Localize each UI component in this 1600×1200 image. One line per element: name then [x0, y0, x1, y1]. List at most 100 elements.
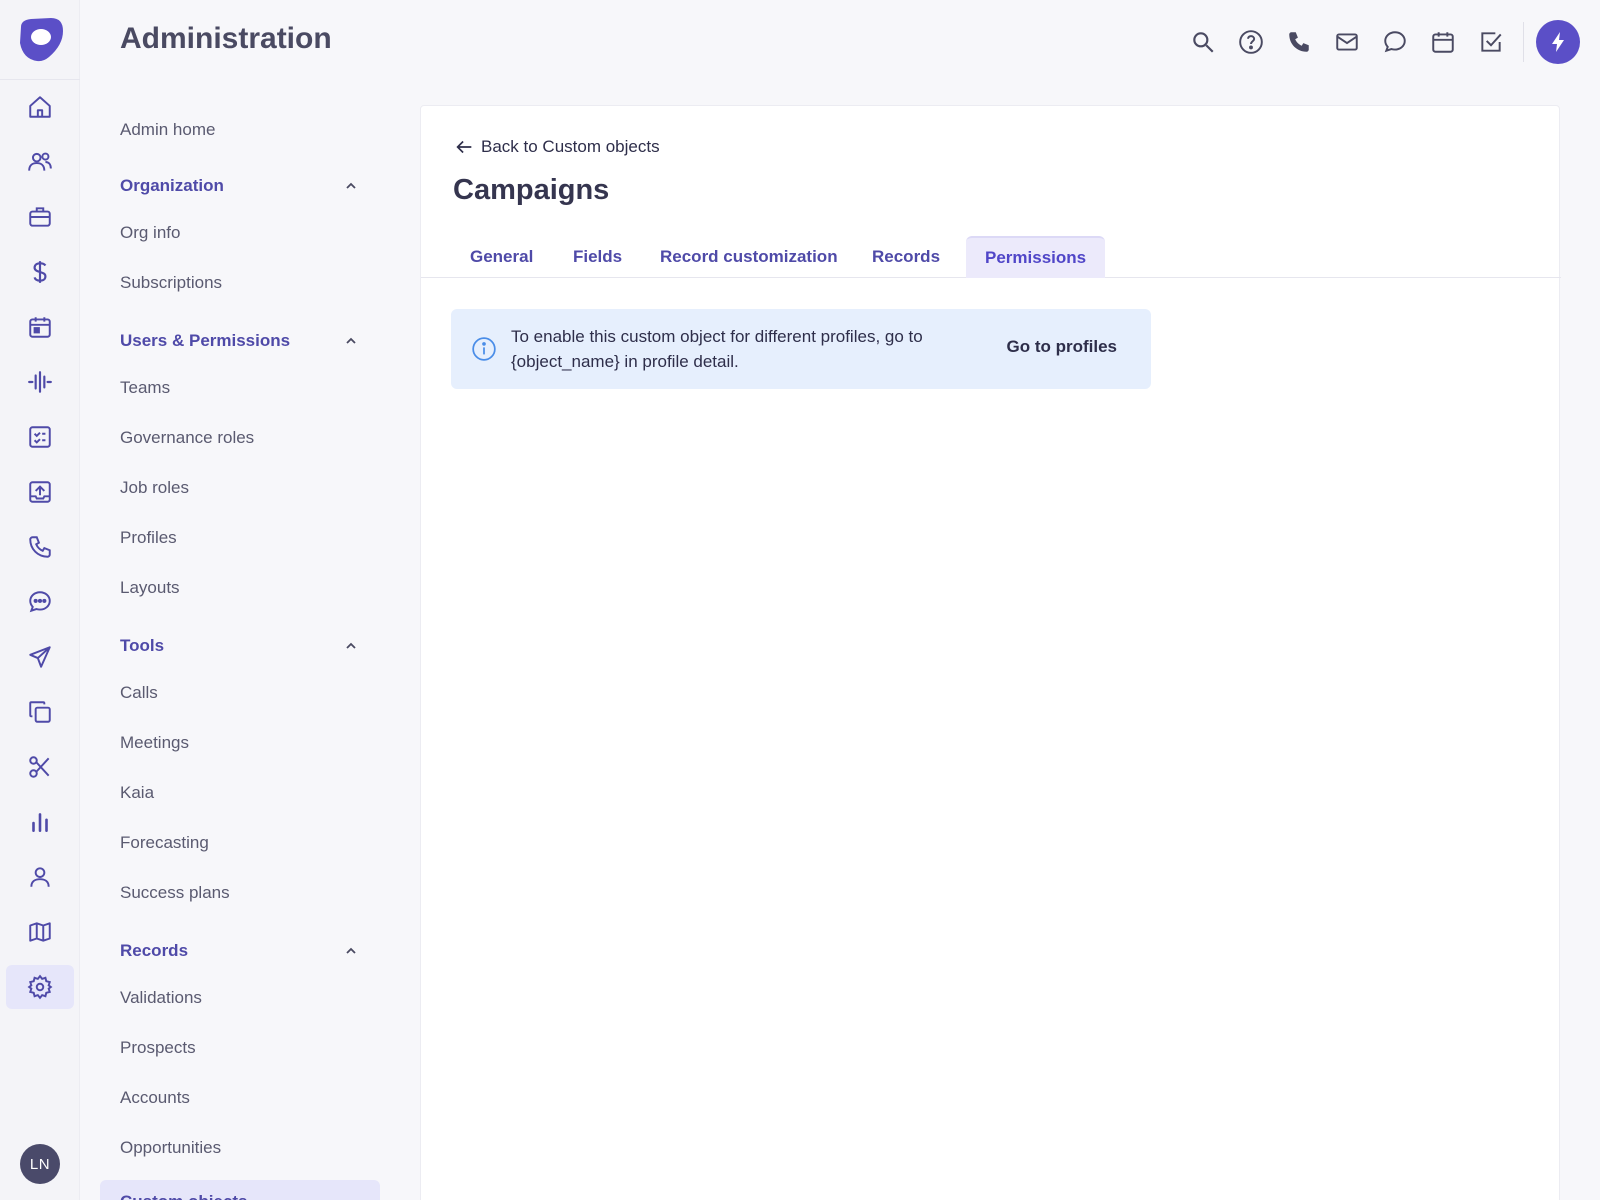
app-logo[interactable]: [0, 0, 80, 80]
nav-validations[interactable]: Validations: [120, 988, 202, 1008]
logo-icon: [20, 17, 63, 61]
info-icon: [472, 337, 496, 361]
nav-section-tools[interactable]: Tools: [120, 636, 358, 656]
tab-records[interactable]: Records: [853, 236, 959, 278]
rail-chat[interactable]: [6, 580, 74, 624]
nav-section-label: Users & Permissions: [120, 331, 291, 350]
info-banner-line-2: {object_name} in profile detail.: [511, 352, 739, 371]
info-banner-message: To enable this custom object for differe…: [511, 324, 971, 374]
rail-phone[interactable]: [6, 525, 74, 569]
avatar-initials: LN: [29, 1155, 51, 1173]
back-to-custom-objects-link[interactable]: Back to Custom objects: [453, 136, 660, 158]
header-calendar[interactable]: [1419, 18, 1467, 66]
header-divider: [1523, 22, 1524, 62]
object-title: Campaigns: [453, 174, 610, 206]
go-to-profiles-button[interactable]: Go to profiles: [1007, 337, 1118, 357]
chevron-up-icon: [346, 642, 356, 649]
icon-rail: LN: [0, 0, 80, 1200]
person-icon: [30, 867, 50, 887]
chevron-up-icon: [346, 182, 356, 189]
nav-subscriptions[interactable]: Subscriptions: [120, 273, 222, 293]
user-avatar[interactable]: LN: [20, 1144, 60, 1184]
rail-home[interactable]: [6, 85, 74, 129]
search-icon: [1193, 32, 1214, 53]
map-icon: [29, 922, 51, 942]
phone-icon: [1289, 32, 1309, 52]
quick-actions-button[interactable]: [1536, 20, 1580, 64]
rail-checklist[interactable]: [6, 415, 74, 459]
header-chat[interactable]: [1371, 18, 1419, 66]
activity-icon: [28, 371, 52, 393]
header-toolbar: [1179, 0, 1600, 84]
mail-icon: [1336, 33, 1358, 51]
header-mail[interactable]: [1323, 18, 1371, 66]
nav-governance-roles[interactable]: Governance roles: [120, 428, 254, 448]
rail-person[interactable]: [6, 855, 74, 899]
calendar-icon: [29, 317, 51, 338]
rail-bar-chart[interactable]: [6, 800, 74, 844]
help-icon: [1239, 30, 1263, 54]
nav-calls[interactable]: Calls: [120, 683, 158, 703]
nav-admin-home[interactable]: Admin home: [120, 120, 215, 140]
nav-accounts[interactable]: Accounts: [120, 1088, 190, 1108]
rail-map[interactable]: [6, 910, 74, 954]
info-banner-line-1: To enable this custom object for differe…: [511, 327, 923, 346]
header-phone[interactable]: [1275, 18, 1323, 66]
rail-activity[interactable]: [6, 360, 74, 404]
content-card: Back to Custom objects Campaigns General…: [420, 105, 1561, 1200]
nav-section-users-permissions[interactable]: Users & Permissions: [120, 331, 358, 351]
chat-icon: [1384, 31, 1406, 53]
rail-copy[interactable]: [6, 690, 74, 734]
rail-calendar[interactable]: [6, 305, 74, 349]
rail-scissors[interactable]: [6, 745, 74, 789]
checklist-icon: [29, 426, 51, 448]
tab-fields[interactable]: Fields: [554, 236, 641, 278]
bolt-icon: [1552, 32, 1564, 52]
nav-section-label: Records: [120, 941, 189, 960]
chevron-up-icon: [346, 337, 356, 344]
rail-send[interactable]: [6, 635, 74, 679]
nav-org-info[interactable]: Org info: [120, 223, 180, 243]
nav-teams[interactable]: Teams: [120, 378, 170, 398]
header-search[interactable]: [1179, 18, 1227, 66]
send-icon: [29, 646, 51, 668]
tab-general[interactable]: General: [451, 236, 552, 278]
info-banner: To enable this custom object for differe…: [451, 309, 1151, 389]
nav-prospects[interactable]: Prospects: [120, 1038, 196, 1058]
header-task[interactable]: [1467, 18, 1515, 66]
nav-job-roles[interactable]: Job roles: [120, 478, 189, 498]
task-icon: [1481, 32, 1502, 52]
rail-briefcase[interactable]: [6, 195, 74, 239]
rail-settings[interactable]: [6, 965, 74, 1009]
dollar-icon: [33, 261, 47, 283]
nav-meetings[interactable]: Meetings: [120, 733, 189, 753]
nav-kaia[interactable]: Kaia: [120, 783, 154, 803]
phone-icon: [29, 536, 51, 558]
header-help[interactable]: [1227, 18, 1275, 66]
tab-permissions[interactable]: Permissions: [966, 236, 1106, 278]
calendar-icon: [1432, 32, 1454, 53]
rail-upload[interactable]: [6, 470, 74, 514]
back-link-label: Back to Custom objects: [481, 137, 660, 156]
chevron-up-icon: [346, 947, 356, 954]
nav-custom-objects-label: Custom objects: [120, 1192, 248, 1200]
rail-people[interactable]: [6, 140, 74, 184]
upload-icon: [29, 481, 51, 503]
home-icon: [29, 96, 51, 118]
nav-success-plans[interactable]: Success plans: [120, 883, 230, 903]
nav-section-label: Organization: [120, 176, 224, 195]
nav-layouts[interactable]: Layouts: [120, 578, 180, 598]
nav-section-organization[interactable]: Organization: [120, 176, 358, 196]
tab-record-customization[interactable]: Record customization: [641, 236, 857, 278]
nav-profiles[interactable]: Profiles: [120, 528, 177, 548]
scissors-icon: [29, 756, 50, 778]
object-tabs: General Fields Record customization Reco…: [421, 236, 1561, 278]
nav-opportunities[interactable]: Opportunities: [120, 1138, 221, 1158]
nav-section-records[interactable]: Records: [120, 941, 358, 961]
rail-dollar[interactable]: [6, 250, 74, 294]
briefcase-icon: [29, 207, 51, 227]
nav-forecasting[interactable]: Forecasting: [120, 833, 209, 853]
bar-chart-icon: [32, 813, 48, 832]
nav-section-label: Tools: [120, 636, 165, 655]
nav-custom-objects[interactable]: Custom objects: [100, 1180, 380, 1200]
